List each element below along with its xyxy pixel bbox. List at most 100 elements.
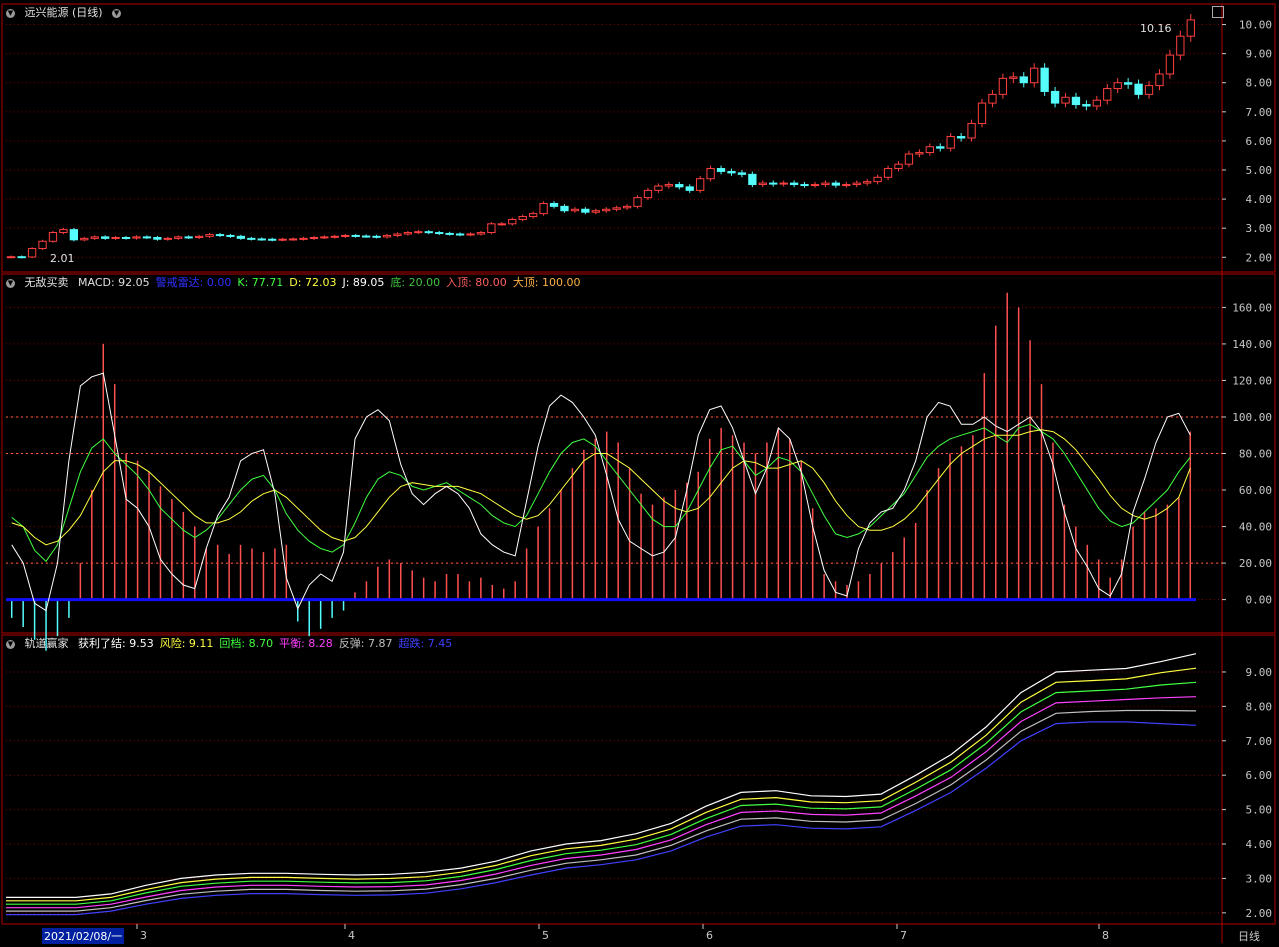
candle-body-107	[1123, 82, 1133, 85]
low-price-label: 2.01	[50, 252, 75, 265]
candle-body-76	[800, 184, 809, 187]
candle-body-4	[48, 232, 58, 242]
candle-body-41	[435, 232, 444, 235]
macd-value-1: 警戒雷达: 0.00	[155, 276, 232, 289]
candle-body-99	[1040, 67, 1049, 92]
window-restore-icon[interactable]	[1212, 6, 1224, 18]
candle-body-55	[581, 208, 590, 213]
price-tick-label-5: 7.00	[1246, 106, 1273, 119]
channel-line-1	[6, 667, 1197, 902]
candle-body-74	[779, 182, 788, 185]
channel-tick-label-3: 5.00	[1246, 804, 1273, 817]
candle-body-88	[925, 146, 934, 154]
candle-body-112	[1176, 35, 1185, 56]
candle-body-38	[403, 232, 413, 235]
channel-value-4: 反弹: 7.87	[338, 637, 393, 650]
candle-body-9	[101, 236, 110, 239]
candle-body-50	[528, 213, 538, 218]
candle-body-47	[497, 223, 506, 226]
channel-value-0: 获利了结: 9.53	[78, 637, 154, 650]
candle-body-64	[675, 184, 684, 188]
candle-body-80	[842, 184, 851, 187]
candle-body-12	[132, 236, 141, 239]
time-axis-period[interactable]: 日线	[1238, 928, 1260, 944]
macd-value-5: 底: 20.00	[390, 276, 441, 289]
candle-body-72	[758, 182, 767, 186]
month-label-3: 3	[140, 929, 147, 942]
candle-body-32	[341, 234, 350, 237]
month-label-7: 7	[900, 929, 907, 942]
candle-body-48	[508, 218, 517, 225]
candle-body-69	[727, 170, 736, 174]
candle-body-96	[1009, 76, 1018, 79]
candle-body-13	[142, 236, 152, 239]
candle-body-35	[372, 235, 381, 238]
candle-body-7	[80, 237, 89, 241]
candle-body-100	[1050, 90, 1060, 104]
candle-body-110	[1155, 73, 1164, 87]
candle-body-3	[38, 240, 47, 250]
candle-body-109	[1144, 85, 1154, 95]
month-label-4: 4	[348, 929, 355, 942]
candle-body-103	[1082, 104, 1091, 107]
candle-body-104	[1092, 99, 1101, 107]
candle-body-16	[174, 236, 183, 239]
month-label-5: 5	[542, 929, 549, 942]
price-tick-label-7: 9.00	[1246, 48, 1273, 61]
candle-body-58	[612, 207, 621, 210]
candle-body-91	[956, 136, 966, 139]
candle-body-57	[602, 208, 611, 212]
channel-indicator-name[interactable]: 轨道赢家	[25, 637, 69, 650]
candle-body-62	[654, 185, 663, 191]
panel-menu-icon[interactable]: ▼	[6, 8, 15, 18]
panel-menu-icon[interactable]: ▼	[6, 639, 15, 649]
candle-body-77	[810, 184, 820, 187]
candle-body-85	[894, 163, 903, 170]
series-line-J	[11, 372, 1191, 612]
macd-tick-label-0: 0.00	[1246, 594, 1273, 607]
candle-body-89	[936, 146, 945, 149]
candle-body-14	[153, 236, 162, 240]
candle-body-21	[226, 234, 235, 237]
candle-body-105	[1103, 88, 1112, 101]
macd-indicator-name[interactable]: 无敌买卖	[25, 276, 69, 289]
panel-menu-icon[interactable]: ▼	[6, 278, 15, 288]
macd-value-4: J: 89.05	[342, 276, 385, 289]
candle-body-15	[163, 237, 172, 240]
channel-tick-label-0: 2.00	[1246, 907, 1273, 920]
candle-body-18	[194, 235, 204, 238]
macd-value-3: D: 72.03	[289, 276, 337, 289]
channel-line-0	[6, 653, 1197, 899]
candle-body-39	[414, 231, 423, 234]
month-label-8: 8	[1102, 929, 1109, 942]
channel-tick-label-1: 3.00	[1246, 872, 1273, 885]
candle-body-63	[664, 184, 674, 187]
candle-body-61	[643, 189, 653, 199]
candle-body-24	[257, 238, 266, 241]
candle-body-66	[696, 178, 705, 191]
candle-body-70	[737, 172, 747, 175]
candle-body-10	[111, 236, 120, 239]
main-title[interactable]: 远兴能源 (日线)	[25, 6, 103, 19]
candle-body-65	[685, 186, 694, 191]
candle-body-97	[1019, 76, 1028, 84]
candle-body-1	[17, 256, 26, 259]
candle-body-75	[789, 182, 799, 186]
candle-body-36	[382, 234, 392, 238]
channel-tick-label-6: 8.00	[1246, 700, 1273, 713]
macd-tick-label-3: 60.00	[1239, 484, 1272, 497]
stock-chart-canvas[interactable]: 2.00 3.00 4.00 5.00 6.00 7.00 8.00 9.00 10.00 0.0…	[0, 0, 1279, 947]
candle-body-42	[445, 232, 454, 235]
price-tick-label-6: 8.00	[1246, 77, 1273, 90]
macd-panel-header: ▼ 无敌买卖 MACD: 92.05 警戒雷达: 0.00 K: 77.71 D: 7…	[6, 276, 587, 290]
price-tick-label-8: 10.00	[1239, 19, 1272, 32]
candle-body-44	[466, 233, 475, 236]
candle-body-19	[205, 234, 214, 237]
candle-body-23	[247, 237, 256, 240]
title-dropdown-icon[interactable]: ▼	[112, 8, 122, 18]
candle-body-59	[622, 205, 632, 209]
candle-body-83	[873, 176, 882, 183]
channel-tick-label-4: 6.00	[1246, 769, 1273, 782]
candle-body-8	[90, 236, 99, 239]
candle-body-37	[393, 233, 402, 236]
